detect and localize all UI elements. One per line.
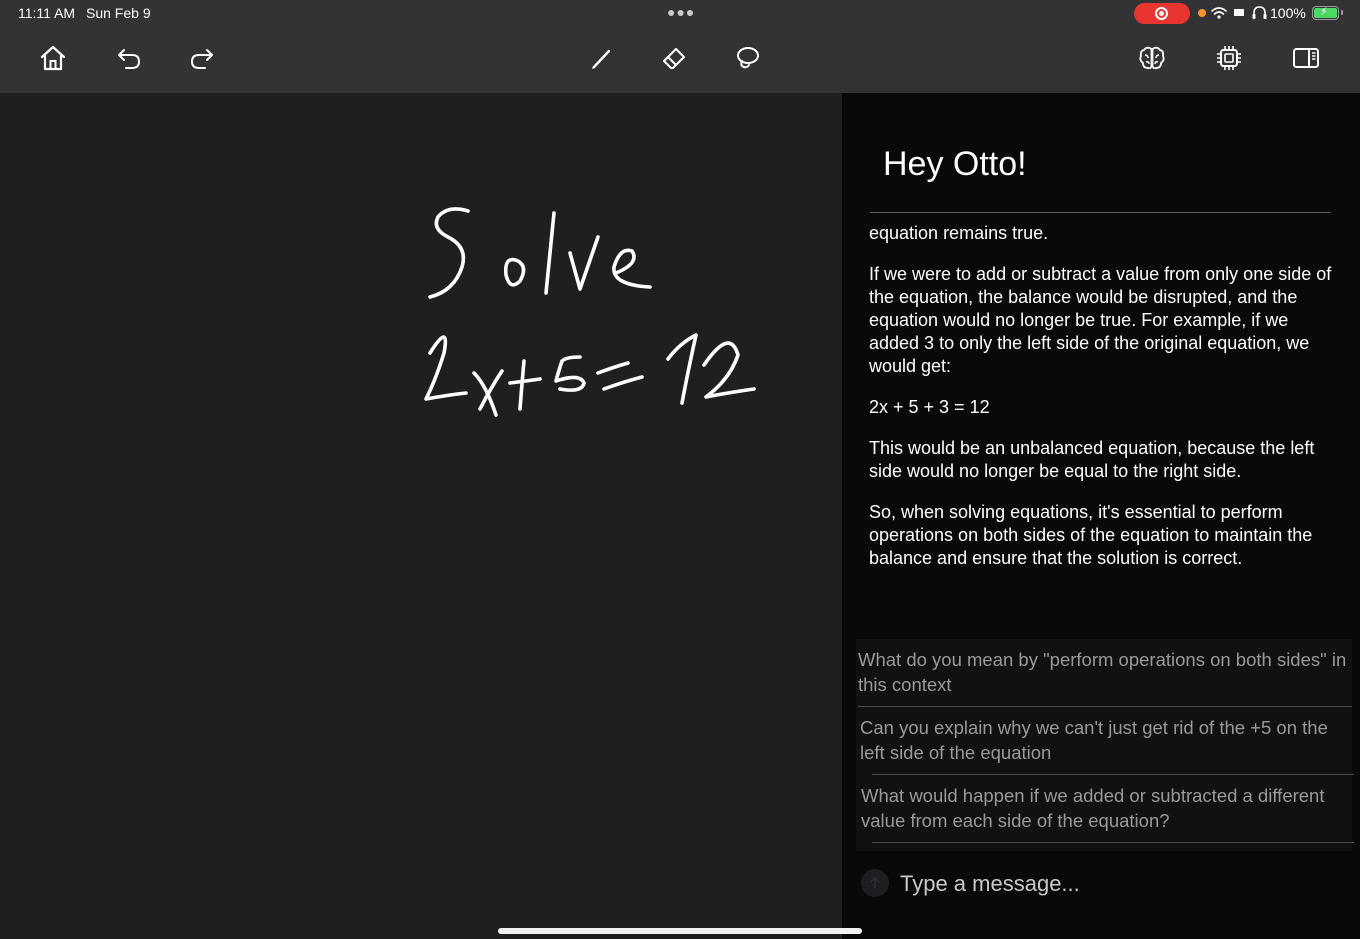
model-chip-button[interactable] [1214, 43, 1244, 73]
suggestion-item[interactable]: Can you explain why we can't just get ri… [860, 715, 1354, 765]
response-paragraph: If we were to add or subtract a value fr… [869, 264, 1332, 376]
battery-icon: ⚡ [1312, 6, 1343, 20]
home-indicator[interactable] [498, 928, 862, 934]
lasso-icon [737, 47, 759, 69]
suggestion-item[interactable]: What do you mean by "perform operations … [858, 647, 1352, 697]
response-equation: 2x + 5 + 3 = 12 [869, 397, 990, 417]
status-time: 11:11 AM [18, 5, 76, 21]
response-paragraph: This would be an unbalanced equation, be… [869, 438, 1315, 481]
message-composer [856, 863, 1352, 907]
chip-icon [1217, 46, 1241, 70]
undo-icon [118, 49, 141, 69]
undo-button[interactable] [114, 43, 144, 73]
status-bar: 11:11 AM Sun Feb 9 ●●● 100% ⚡ [0, 0, 1360, 26]
divider [870, 212, 1331, 213]
connectivity-icons [1211, 6, 1267, 19]
response-paragraph: equation remains true. [869, 223, 1049, 243]
pen-icon [591, 49, 611, 70]
toggle-sidebar-button[interactable] [1291, 43, 1321, 73]
arrow-up-icon [870, 877, 880, 889]
eraser-icon [663, 48, 685, 69]
send-button[interactable] [861, 869, 889, 897]
record-icon [1155, 7, 1168, 20]
focus-icon [1234, 9, 1244, 16]
divider [872, 774, 1354, 775]
suggested-questions: What do you mean by "perform operations … [856, 639, 1355, 851]
ai-assistant-button[interactable] [1137, 43, 1167, 73]
greeting-heading: Hey Otto! [883, 145, 1027, 183]
handwritten-equation [424, 207, 756, 417]
toolbar [0, 26, 1360, 93]
message-input[interactable] [900, 869, 1340, 899]
divider [858, 706, 1352, 707]
microphone-in-use-dot [1198, 9, 1206, 17]
status-date: Sun Feb 9 [86, 5, 151, 21]
multitasking-dots-icon[interactable]: ●●● [667, 4, 695, 20]
redo-icon [190, 49, 213, 69]
headphones-icon [1253, 6, 1266, 18]
eraser-tool-button[interactable] [659, 43, 689, 73]
pen-tool-button[interactable] [587, 43, 617, 73]
screen-recording-indicator[interactable] [1134, 3, 1190, 24]
redo-button[interactable] [187, 43, 217, 73]
home-icon [40, 45, 66, 71]
assistant-response: equation remains true. If we were to add… [869, 222, 1339, 588]
lasso-tool-button[interactable] [732, 43, 762, 73]
sidebar-icon [1293, 48, 1319, 68]
divider [872, 842, 1354, 843]
home-button[interactable] [38, 43, 68, 73]
suggestion-item[interactable]: What would happen if we added or subtrac… [861, 783, 1355, 833]
battery-percentage: 100% [1270, 5, 1306, 21]
brain-icon [1139, 46, 1165, 70]
assistant-panel: Hey Otto! equation remains true. If we w… [842, 93, 1360, 939]
drawing-canvas[interactable] [0, 93, 842, 939]
wifi-icon [1211, 7, 1227, 15]
response-paragraph: So, when solving equations, it's essenti… [869, 502, 1313, 568]
